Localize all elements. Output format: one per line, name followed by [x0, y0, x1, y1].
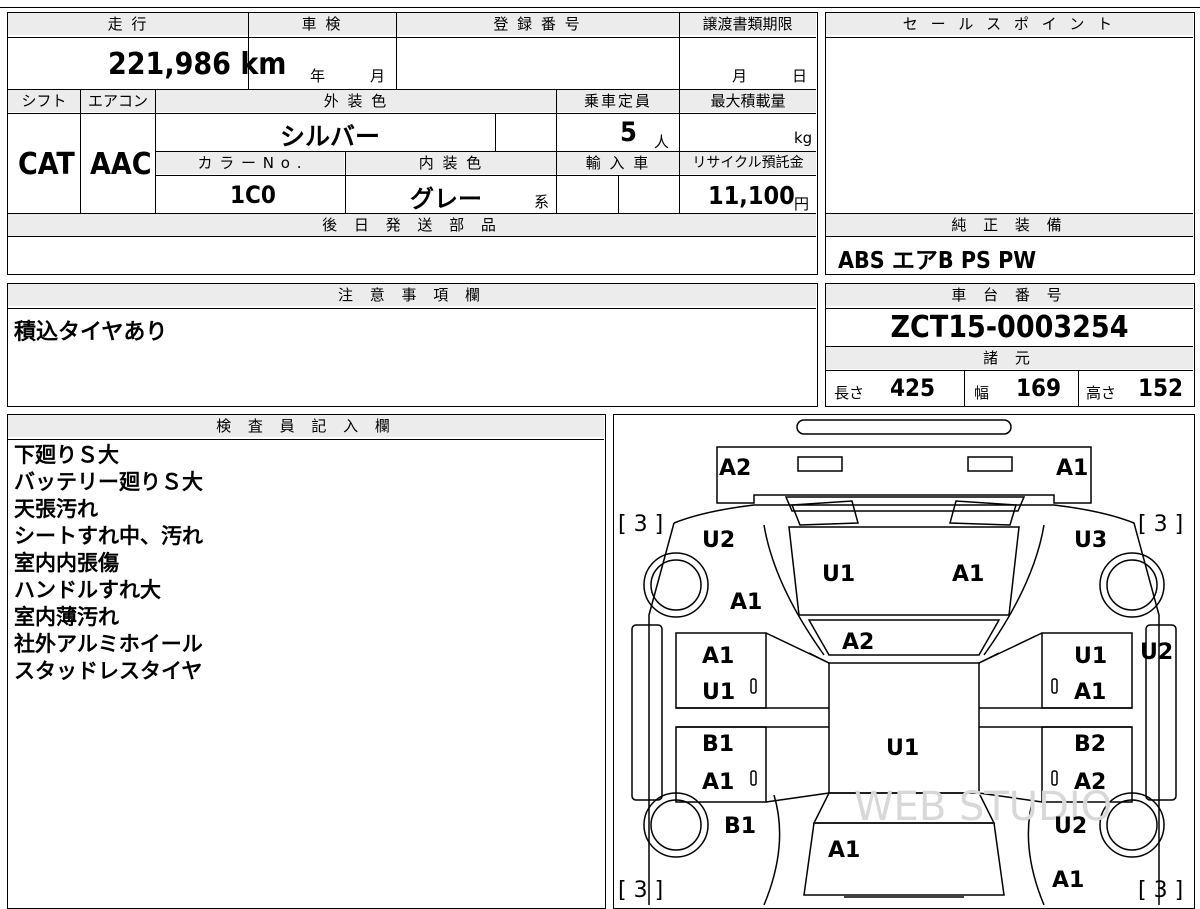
- rear-lamp-left: [797, 456, 843, 472]
- mark-door-fr-bottom: A2: [1074, 770, 1106, 795]
- capacity-unit: 人: [654, 133, 670, 151]
- color-no-label: カ ラ ー N o .: [156, 152, 344, 174]
- rear-bumper: [796, 419, 1012, 435]
- inspector-note-line: 下廻りＳ大: [14, 443, 119, 467]
- mark-pillar-left: A1: [730, 590, 762, 615]
- ac-value: AAC: [90, 147, 152, 182]
- length-label: 長さ: [834, 384, 865, 402]
- mark-roof-left: U1: [822, 562, 855, 587]
- inspector-note-line: スタッドレスタイヤ: [14, 659, 203, 683]
- chassis-label: 車 台 番 号: [826, 284, 1193, 306]
- mark-tire-front-left: [ 3 ]: [618, 878, 663, 903]
- inspector-note-line: 天張汚れ: [14, 497, 98, 521]
- mark-hood: A1: [828, 838, 860, 863]
- mark-rear-left: A2: [719, 456, 751, 481]
- notes-box: 注 意 事 項 欄 積込タイヤあり: [7, 283, 818, 407]
- inspector-label: 検 査 員 記 入 欄: [8, 415, 604, 437]
- chassis-number: ZCT15-0003254: [890, 310, 1129, 345]
- tire-rear-right: [1099, 552, 1165, 618]
- sales-points-label: セ ー ル ス ポ イ ン ト: [826, 13, 1193, 35]
- registration-label: 登 録 番 号: [396, 13, 679, 35]
- cabin: [828, 662, 980, 794]
- inspector-note-line: バッテリー廻りＳ大: [14, 470, 203, 494]
- back-glass: [807, 619, 1001, 656]
- mark-fender-left: B1: [724, 814, 756, 839]
- inspection-year-unit: 年: [310, 67, 326, 85]
- mark-door-rr-bottom: A1: [1074, 680, 1106, 705]
- inspector-note-line: シートすれ中、汚れ: [14, 524, 203, 548]
- tire-rear-left: [643, 552, 709, 618]
- standard-equipment-label: 純 正 装 備: [826, 214, 1193, 236]
- deadline-label: 譲渡書類期限: [679, 13, 816, 35]
- rear-body: [716, 446, 1092, 504]
- mark-tire-front-right: [ 3 ]: [1138, 878, 1183, 903]
- color-no-value: 1C0: [230, 181, 276, 209]
- interior-color-value: グレー: [410, 185, 482, 213]
- length-value: 425: [890, 374, 936, 402]
- notes-text: 積込タイヤあり: [14, 320, 168, 345]
- capacity-value: 5: [620, 117, 637, 148]
- shift-label: シフト: [8, 90, 80, 112]
- width-label: 幅: [974, 384, 990, 402]
- mileage-value: 221,986 km: [108, 47, 287, 82]
- car-diagram: WEB STUDIO A2 A1 [ 3 ] [ 3 ] U2 U3 U1 A1…: [618, 419, 1183, 905]
- shift-value: CAT: [18, 147, 75, 182]
- mark-quarter-left: U2: [702, 528, 735, 553]
- mark-fender-right: U2: [1054, 814, 1087, 839]
- top-strip: [0, 0, 1200, 8]
- car-diagram-box: WEB STUDIO A2 A1 [ 3 ] [ 3 ] U2 U3 U1 A1…: [613, 414, 1195, 909]
- mark-roof-center: U1: [886, 736, 919, 761]
- mark-door-rl-bottom: U1: [702, 680, 735, 705]
- inspection-month-unit: 月: [370, 67, 386, 85]
- later-parts-label: 後 日 発 送 部 品: [8, 214, 816, 236]
- inspector-note-line: 室内内張傷: [14, 551, 119, 575]
- recycle-unit: 円: [794, 195, 810, 213]
- inspector-box: 検 査 員 記 入 欄 下廻りＳ大 バッテリー廻りＳ大 天張汚れ シートすれ中、…: [7, 414, 606, 909]
- inspector-note-line: 社外アルミホイール: [14, 632, 203, 656]
- interior-color-label: 内 装 色: [346, 152, 556, 174]
- inspection-label: 車 検: [248, 13, 396, 35]
- mark-rear-right: A1: [1056, 456, 1088, 481]
- max-load-label: 最大積載量: [680, 90, 816, 112]
- mark-back-glass: A2: [842, 630, 874, 655]
- specs-label: 諸 元: [826, 347, 1193, 369]
- max-load-unit: kg: [794, 129, 813, 147]
- mark-door-fr-top: B2: [1074, 732, 1106, 757]
- mark-quarter-right: U3: [1074, 528, 1107, 553]
- mark-door-rl-top: A1: [702, 644, 734, 669]
- mark-door-fl-bottom: A1: [702, 770, 734, 795]
- standard-equipment-value: ABS エアB PS PW: [838, 248, 1037, 274]
- vehicle-info-box: 走 行 車 検 登 録 番 号 譲渡書類期限 221,986 km 年 月 月 …: [7, 12, 818, 275]
- recycle-label: リサイクル預託金: [680, 152, 816, 174]
- notes-label: 注 意 事 項 欄: [8, 284, 816, 306]
- mark-front-right: A1: [1052, 868, 1084, 893]
- width-value: 169: [1016, 374, 1062, 402]
- mark-door-fl-top: B1: [702, 732, 734, 757]
- inspector-note-line: 室内薄汚れ: [14, 605, 119, 629]
- height-value: 152: [1138, 374, 1184, 402]
- exterior-color-value: シルバー: [280, 122, 381, 151]
- chassis-box: 車 台 番 号 ZCT15-0003254 諸 元 長さ 425 幅 169 高…: [825, 283, 1195, 407]
- body-outline: [648, 504, 1160, 905]
- height-label: 高さ: [1086, 384, 1117, 402]
- rear-lamp-right: [967, 456, 1013, 472]
- mark-mirror-right: U2: [1140, 640, 1173, 665]
- sales-points-box: セ ー ル ス ポ イ ン ト 純 正 装 備 ABS エアB PS PW: [825, 12, 1195, 275]
- mark-door-rr-top: U1: [1074, 644, 1107, 669]
- mark-tire-rear-right: [ 3 ]: [1138, 512, 1183, 537]
- import-label: 輸 入 車: [557, 152, 679, 174]
- ac-label: エアコン: [81, 90, 155, 112]
- interior-color-suffix: 系: [534, 193, 550, 211]
- mark-tire-rear-left: [ 3 ]: [618, 512, 663, 537]
- inspector-note-line: ハンドルすれ大: [14, 578, 161, 602]
- mark-roof-right: A1: [952, 562, 984, 587]
- recycle-value: 11,100: [708, 181, 795, 210]
- deadline-day-unit: 日: [792, 67, 808, 85]
- capacity-label: 乗車定員: [557, 90, 679, 112]
- inspector-notes: 下廻りＳ大 バッテリー廻りＳ大 天張汚れ シートすれ中、汚れ 室内内張傷 ハンド…: [14, 442, 203, 685]
- deadline-month-unit: 月: [732, 67, 748, 85]
- mileage-label: 走 行: [8, 13, 248, 35]
- exterior-color-label: 外 装 色: [156, 90, 556, 112]
